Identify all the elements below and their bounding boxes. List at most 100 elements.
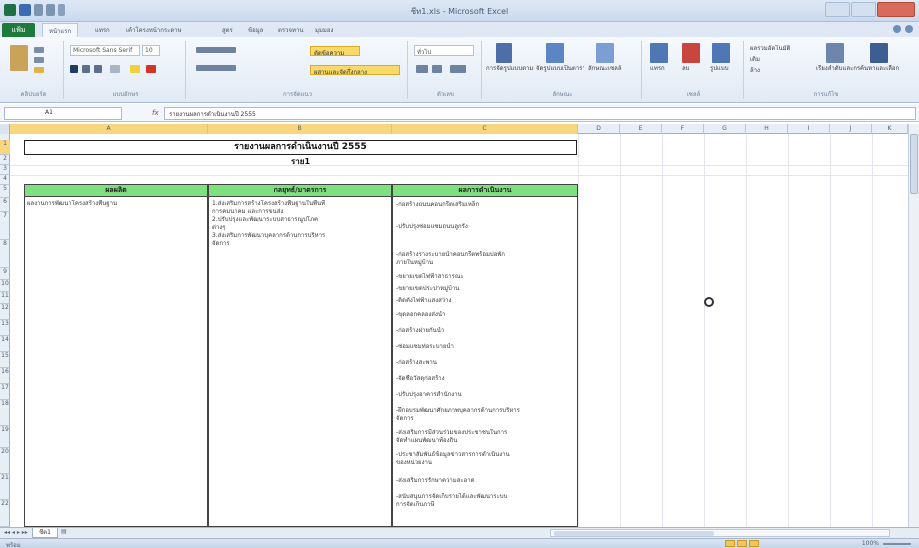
font-name-select[interactable]: Microsoft Sans Serif — [70, 45, 140, 56]
results-line[interactable]: ของหน่วยงาน — [396, 459, 576, 466]
results-line[interactable]: -จัดซื้อวัสดุก่อสร้าง — [396, 375, 576, 382]
normal-view-icon[interactable] — [725, 540, 735, 547]
row-header[interactable]: 13 — [0, 320, 10, 336]
autosum-button[interactable]: ผลรวมอัตโนมัติ — [750, 45, 810, 52]
format-as-table-icon[interactable] — [546, 43, 564, 63]
results-line[interactable]: -ปรับปรุงซ่อมแซมถนนลูกรัง — [396, 223, 576, 230]
column-header-k[interactable]: K — [872, 124, 908, 134]
column-header-b[interactable]: B — [208, 124, 392, 134]
column-header-j[interactable]: J — [830, 124, 872, 134]
results-line[interactable]: -สนับสนุนการจัดเก็บรายได้และพัฒนาระบบ — [396, 493, 576, 500]
results-line[interactable]: -ฝึกอบรมพัฒนาศักยภาพบุคลากรด้านการบริหาร — [396, 407, 576, 414]
conditional-formatting-icon[interactable] — [496, 43, 512, 63]
tab-page-layout[interactable]: เค้าโครงหน้ากระดาษ — [126, 25, 182, 35]
strategy-line[interactable]: จัดการ — [212, 240, 390, 247]
insert-cells-icon[interactable] — [650, 43, 668, 63]
clear-button[interactable]: ล้าง — [750, 67, 810, 74]
font-size-select[interactable]: 10 — [142, 45, 160, 56]
vertical-scroll-thumb[interactable] — [910, 134, 918, 194]
fill-button[interactable]: เติม — [750, 56, 810, 63]
column-header-e[interactable]: E — [620, 124, 662, 134]
sheet-nav-arrows-icon[interactable]: ◂◂ ◂ ▸ ▸▸ — [4, 529, 28, 536]
page-break-view-icon[interactable] — [749, 540, 759, 547]
tab-formulas[interactable]: สูตร — [222, 25, 233, 35]
strategy-line[interactable]: การคมนาคม และการขนส่ง — [212, 208, 390, 215]
row-header[interactable]: 1 — [0, 140, 10, 155]
tab-view[interactable]: มุมมอง — [315, 25, 333, 35]
column-header-a[interactable]: A — [10, 124, 208, 134]
row-header[interactable]: 2 — [0, 155, 10, 165]
results-line[interactable]: -ประชาสัมพันธ์ข้อมูลข่าวสารการดำเนินงาน — [396, 451, 576, 458]
output-cell[interactable]: ผลงานการพัฒนาโครงสร้างพื้นฐาน — [27, 200, 207, 207]
column-header-d[interactable]: D — [578, 124, 620, 134]
results-line[interactable]: -ขยายเขตไฟฟ้าสาธารณะ — [396, 273, 576, 280]
row-header[interactable]: 8 — [0, 240, 10, 268]
row-header[interactable]: 12 — [0, 304, 10, 320]
font-color-icon[interactable] — [146, 65, 156, 73]
vertical-scrollbar[interactable] — [908, 124, 919, 527]
sheet-tab-1[interactable]: ชีต1 — [32, 528, 58, 538]
results-line[interactable]: -ก่อสร้างถนนคอนกรีตเสริมเหล็ก — [396, 201, 576, 208]
minimize-ribbon-icon[interactable] — [893, 25, 901, 33]
row-header[interactable]: 16 — [0, 368, 10, 384]
strategy-line[interactable]: ต่างๆ — [212, 224, 390, 231]
minimize-icon[interactable] — [825, 2, 850, 17]
header-output[interactable]: ผลผลิต — [24, 184, 208, 197]
column-header-i[interactable]: I — [788, 124, 830, 134]
underline-icon[interactable] — [94, 65, 102, 73]
insert-sheet-icon[interactable]: ▤ — [61, 528, 67, 535]
format-cells-icon[interactable] — [712, 43, 730, 63]
format-painter-icon[interactable] — [34, 67, 44, 73]
delete-cells-icon[interactable] — [682, 43, 700, 63]
row-header[interactable]: 10 — [0, 280, 10, 292]
results-line[interactable]: -ปรับปรุงอาคารสำนักงาน — [396, 391, 576, 398]
borders-icon[interactable] — [110, 65, 120, 73]
cut-icon[interactable] — [34, 47, 44, 53]
zoom-level[interactable]: 100% — [862, 540, 879, 547]
row-header[interactable]: 11 — [0, 292, 10, 304]
row-header[interactable]: 5 — [0, 185, 10, 198]
merge-center-button[interactable]: ผสานและจัดกึ่งกลาง — [310, 65, 400, 76]
tab-file[interactable]: แฟ้ม — [2, 23, 35, 37]
results-line[interactable]: -ก่อสร้างรางระบายน้ำคอนกรีตพร้อมบ่อพัก — [396, 251, 576, 258]
row-header[interactable]: 17 — [0, 384, 10, 400]
tab-insert[interactable]: แทรก — [95, 25, 110, 35]
paste-icon[interactable] — [10, 45, 28, 71]
row-header[interactable]: 20 — [0, 448, 10, 474]
decimal-icon[interactable] — [450, 65, 466, 73]
header-results[interactable]: ผลการดำเนินงาน — [392, 184, 578, 197]
row-header[interactable]: 7 — [0, 212, 10, 240]
row-header[interactable]: 3 — [0, 165, 10, 175]
page-layout-view-icon[interactable] — [737, 540, 747, 547]
results-line[interactable]: -ส่งเสริมการรักษาความสะอาด — [396, 477, 576, 484]
results-line[interactable]: -ก่อสร้างสะพาน — [396, 359, 576, 366]
results-line[interactable]: -ขยายเขตประปาหมู่บ้าน — [396, 285, 576, 292]
select-all-button[interactable] — [0, 124, 10, 134]
results-line[interactable]: การจัดเก็บภาษี — [396, 501, 576, 508]
row-header[interactable]: 15 — [0, 352, 10, 368]
column-header-c[interactable]: C — [392, 124, 578, 134]
results-line[interactable]: -ส่งเสริมการมีส่วนร่วมของประชาชนในการ — [396, 429, 576, 436]
align-center-icon[interactable] — [196, 65, 236, 71]
horizontal-scrollbar[interactable] — [550, 529, 890, 537]
report-subtitle-cell[interactable]: ราย1 — [24, 155, 577, 168]
bold-icon[interactable] — [70, 65, 78, 73]
tab-home[interactable]: หน้าแรก — [42, 23, 79, 37]
name-box[interactable]: A1 — [4, 107, 122, 120]
row-header[interactable]: 18 — [0, 400, 10, 426]
strategy-line[interactable]: 2.ปรับปรุงและพัฒนาระบบสาธารณูปโภค — [212, 216, 390, 223]
row-header[interactable]: 21 — [0, 474, 10, 500]
row-header[interactable]: 6 — [0, 198, 10, 212]
number-format-select[interactable]: ทั่วไป — [414, 45, 474, 56]
row-header[interactable]: 4 — [0, 175, 10, 185]
maximize-icon[interactable] — [851, 2, 876, 17]
italic-icon[interactable] — [82, 65, 90, 73]
help-icon[interactable] — [905, 25, 913, 33]
results-line[interactable]: -ติดตั้งไฟฟ้าแสงสว่าง — [396, 297, 576, 304]
wrap-text-button[interactable]: ตัดข้อความ — [310, 46, 360, 57]
results-line[interactable]: -ซ่อมแซมท่อระบายน้ำ — [396, 343, 576, 350]
tab-review[interactable]: ตรวจทาน — [278, 25, 303, 35]
strategy-line[interactable]: 1.ส่งเสริมการสร้างโครงสร้างพื้นฐานในพื้น… — [212, 200, 390, 207]
align-top-icon[interactable] — [196, 47, 236, 53]
header-strategy[interactable]: กลยุทธ์/มาตรการ — [208, 184, 392, 197]
